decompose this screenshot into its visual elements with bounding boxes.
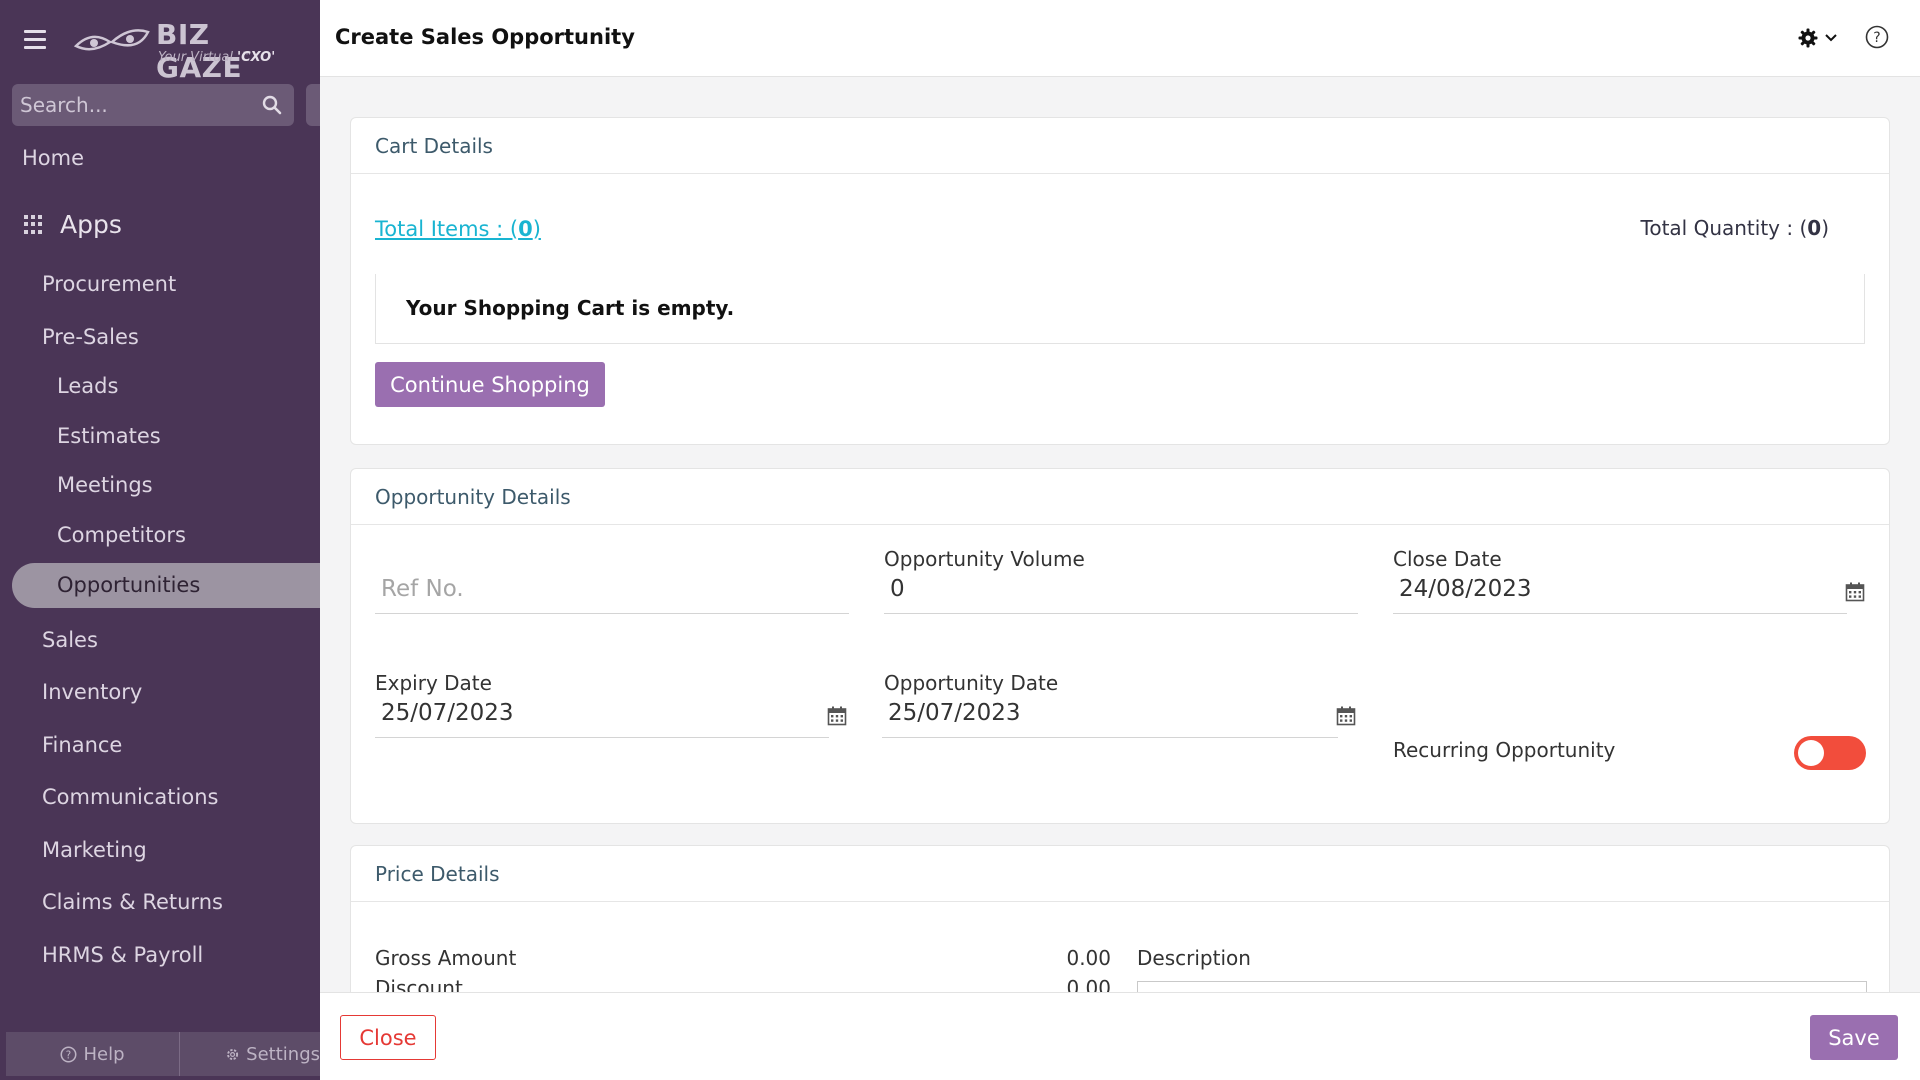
- search-icon[interactable]: [262, 95, 282, 115]
- ref-no-field[interactable]: Ref No.: [375, 562, 849, 614]
- empty-cart-message: Your Shopping Cart is empty.: [375, 274, 1865, 344]
- help-icon[interactable]: ?: [1864, 24, 1890, 50]
- calendar-icon[interactable]: [827, 706, 847, 726]
- close-date-field[interactable]: 24/08/2023: [1393, 562, 1847, 614]
- gross-amount-label: Gross Amount: [375, 946, 517, 970]
- sidebar-item-opportunities[interactable]: Opportunities: [12, 563, 320, 608]
- calendar-icon[interactable]: [1336, 706, 1356, 726]
- sidebar-item-pre-sales[interactable]: Pre-Sales: [0, 325, 320, 349]
- discount-value: 0.00: [1066, 976, 1111, 992]
- sidebar-top: BIZ GAZE™ Your Virtual 'CXO': [0, 0, 320, 84]
- recurring-opportunity-label: Recurring Opportunity: [1393, 738, 1616, 762]
- svg-text:?: ?: [1873, 30, 1880, 46]
- opportunity-details-header: Opportunity Details: [351, 469, 1889, 525]
- sidebar-item-meetings[interactable]: Meetings: [0, 473, 320, 497]
- sidebar-item-inventory[interactable]: Inventory: [0, 680, 320, 704]
- sidebar-help-button[interactable]: ? Help: [6, 1032, 180, 1076]
- description-textarea[interactable]: [1137, 981, 1867, 992]
- sidebar-item-communications[interactable]: Communications: [0, 785, 320, 809]
- apps-grid-icon: [24, 214, 44, 235]
- sidebar-settings-button[interactable]: Settings: [181, 1032, 320, 1076]
- settings-dropdown-button[interactable]: [1798, 26, 1844, 50]
- sidebar-search: [12, 84, 294, 126]
- sidebar-item-estimates[interactable]: Estimates: [0, 424, 320, 448]
- biz-gaze-logo[interactable]: BIZ GAZE™ Your Virtual 'CXO': [72, 16, 292, 84]
- hamburger-menu-icon[interactable]: [24, 30, 46, 49]
- calendar-icon[interactable]: [1845, 582, 1865, 602]
- opportunity-details-card: Opportunity Details Ref No. Opportunity …: [350, 468, 1890, 824]
- price-details-header: Price Details: [351, 846, 1889, 902]
- discount-label: Discount: [375, 976, 463, 992]
- sidebar-bottom-bar: ? Help Settings: [6, 1032, 320, 1076]
- total-items-link[interactable]: Total Items : (0): [375, 217, 541, 241]
- sidebar-item-hrms-payroll[interactable]: HRMS & Payroll: [0, 943, 320, 967]
- recurring-opportunity-toggle[interactable]: [1794, 736, 1866, 770]
- sidebar-item-claims-returns[interactable]: Claims & Returns: [0, 890, 320, 914]
- help-circle-icon: ?: [60, 1046, 77, 1062]
- save-button[interactable]: Save: [1810, 1015, 1898, 1060]
- sidebar-item-procurement[interactable]: Procurement: [0, 272, 320, 296]
- search-input[interactable]: [12, 84, 252, 126]
- page-footer: Close Save: [320, 992, 1920, 1080]
- search-extension: [306, 84, 320, 126]
- expiry-date-field[interactable]: 25/07/2023: [375, 686, 829, 738]
- opportunity-date-field[interactable]: 25/07/2023: [882, 686, 1338, 738]
- price-details-card: Price Details Gross Amount 0.00 Discount…: [350, 845, 1890, 992]
- description-label: Description: [1137, 946, 1251, 970]
- close-button[interactable]: Close: [340, 1015, 436, 1060]
- continue-shopping-button[interactable]: Continue Shopping: [375, 362, 605, 407]
- cart-details-header: Cart Details: [351, 118, 1889, 174]
- sidebar-item-finance[interactable]: Finance: [0, 733, 320, 757]
- gear-icon: [227, 1048, 239, 1060]
- page-header: Create Sales Opportunity ?: [320, 0, 1920, 77]
- sidebar-item-sales[interactable]: Sales: [0, 628, 320, 652]
- sidebar-item-marketing[interactable]: Marketing: [0, 838, 320, 862]
- gross-amount-value: 0.00: [1066, 946, 1111, 970]
- page-title: Create Sales Opportunity: [335, 25, 635, 49]
- total-quantity: Total Quantity : (0): [1640, 216, 1829, 240]
- svg-text:?: ?: [66, 1050, 71, 1061]
- sidebar-item-leads[interactable]: Leads: [0, 374, 320, 398]
- chevron-down-icon: [1825, 34, 1837, 42]
- logo-tagline: Your Virtual 'CXO': [158, 50, 276, 65]
- gear-icon: [1798, 28, 1818, 48]
- sidebar-item-home[interactable]: Home: [0, 146, 320, 170]
- main-content: Cart Details Total Items : (0) Total Qua…: [320, 77, 1920, 992]
- sidebar: BIZ GAZE™ Your Virtual 'CXO' Home Apps P…: [0, 0, 320, 1080]
- sidebar-apps-header[interactable]: Apps: [24, 210, 122, 239]
- cart-details-card: Cart Details Total Items : (0) Total Qua…: [350, 117, 1890, 445]
- opportunity-volume-field[interactable]: 0: [884, 562, 1358, 614]
- logo-eyes-icon: [73, 29, 150, 51]
- sidebar-item-competitors[interactable]: Competitors: [0, 523, 320, 547]
- toggle-knob: [1798, 740, 1824, 766]
